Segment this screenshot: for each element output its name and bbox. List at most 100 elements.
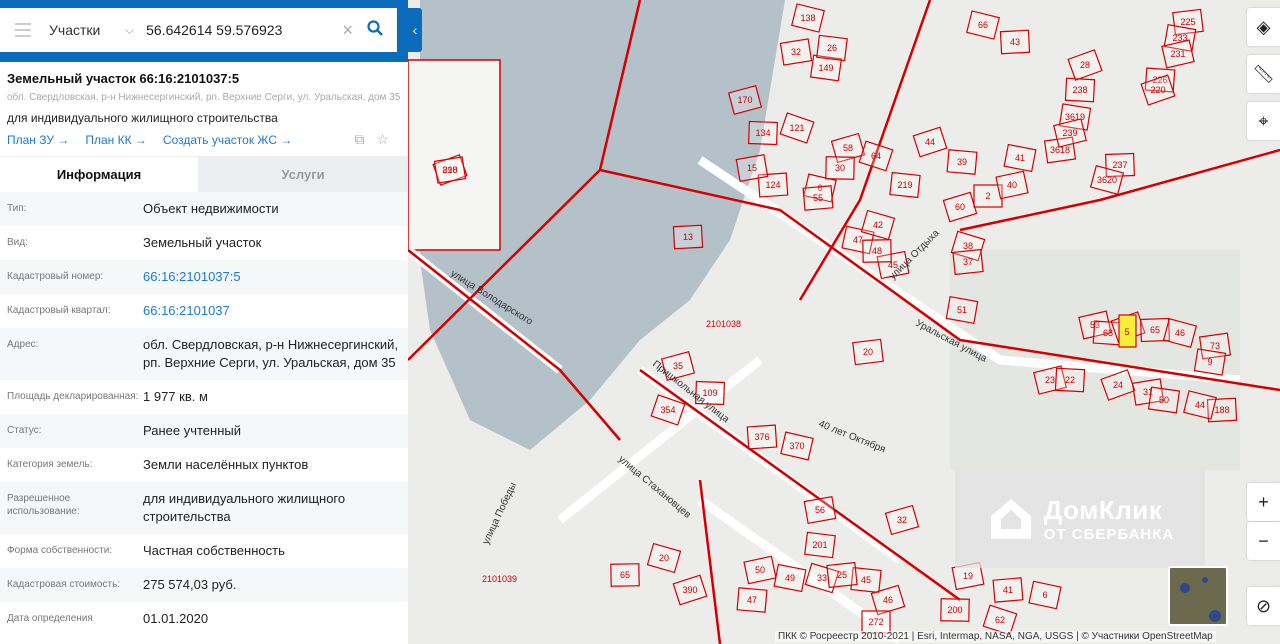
parcel[interactable]: 201 xyxy=(804,531,836,559)
info-value: 1 977 кв. м xyxy=(143,389,208,404)
parcel[interactable]: 134 xyxy=(748,120,778,146)
create-plot-link[interactable]: Создать участок ЖС → xyxy=(163,133,292,147)
parcel-number: 35 xyxy=(673,361,683,371)
chevron-down-icon[interactable]: ⌵ xyxy=(125,23,134,38)
plan-zu-link[interactable]: План ЗУ → xyxy=(7,133,69,147)
parcel-number: 231 xyxy=(1170,49,1185,59)
info-row: Категория земель: Земли населённых пункто… xyxy=(0,448,408,482)
info-label: Категория земель: xyxy=(7,459,93,470)
parcel-number: 121 xyxy=(789,123,804,133)
info-label: Разрешенное использование: xyxy=(7,493,80,517)
parcel[interactable]: 48 xyxy=(862,239,892,263)
layers-button[interactable]: ◈ xyxy=(1247,8,1280,46)
info-panel: Участки ⌵ 56.642614 59.576923 × Земельны… xyxy=(0,0,408,644)
parcel[interactable]: 9 xyxy=(1193,348,1227,376)
parcel[interactable]: 56 xyxy=(803,496,837,524)
locate-button[interactable]: ⌖ xyxy=(1247,102,1280,140)
parcel-number: 50 xyxy=(1159,395,1169,405)
parcel[interactable]: 15 xyxy=(735,154,769,182)
parcel[interactable]: 41 xyxy=(992,577,1024,603)
parcel[interactable]: 32 xyxy=(779,38,813,66)
compass-button[interactable]: ⊘ xyxy=(1247,587,1280,625)
parcel-number: 43 xyxy=(1010,37,1020,47)
ruler-button[interactable]: 📏︎ xyxy=(1247,55,1280,93)
parcel[interactable]: 22 xyxy=(1054,367,1086,393)
object-title: Земельный участок 66:16:2101037:5 xyxy=(7,71,240,86)
plan-kk-link[interactable]: План КК → xyxy=(85,133,147,147)
parcel-number: 38 xyxy=(963,241,973,251)
object-purpose: для индивидуального жилищного строительс… xyxy=(7,111,278,125)
parcel[interactable]: 20 xyxy=(852,338,884,366)
info-value: для индивидуального жилищного строительс… xyxy=(143,491,346,524)
parcel-number: 219 xyxy=(897,180,912,190)
parcel-number: 42 xyxy=(873,220,883,230)
parcel-number: 6 xyxy=(1042,590,1047,600)
parcel-number: 239 xyxy=(1062,128,1077,138)
menu-icon[interactable] xyxy=(15,23,31,37)
parcel-number: 26 xyxy=(827,43,837,53)
domclick-watermark: ДомКлик ОТ СБЕРБАНКА xyxy=(955,470,1205,568)
parcel-number: 20 xyxy=(659,553,669,563)
parcel[interactable]: 51 xyxy=(945,296,979,324)
map-attribution: ПКК © Росреестр 2010-2021 | Esri, Interm… xyxy=(775,631,1216,642)
info-label: Дата определения xyxy=(7,613,93,624)
parcel-number: 2 xyxy=(985,191,990,201)
parcel[interactable]: 219 xyxy=(889,171,921,199)
parcel[interactable]: 13 xyxy=(672,224,704,250)
tab-services[interactable]: Услуги xyxy=(198,157,408,192)
parcel[interactable]: 55 xyxy=(802,185,834,211)
parcel[interactable]: 30 xyxy=(825,156,855,180)
parcel[interactable]: 43 xyxy=(999,29,1031,55)
parcel-number: 188 xyxy=(1214,405,1229,415)
parcel-number: 32 xyxy=(897,515,907,525)
parcel-number: 370 xyxy=(789,441,804,451)
info-value: 01.01.2020 xyxy=(143,611,209,626)
search-document-icon[interactable]: ⧉ xyxy=(354,131,364,148)
parcel-number: 28 xyxy=(1080,60,1090,70)
tab-information[interactable]: Информация xyxy=(0,157,198,192)
info-value[interactable]: 66:16:2101037:5 xyxy=(143,268,401,286)
info-row: Площадь декларированная: 1 977 кв. м xyxy=(0,380,408,414)
parcel[interactable]: 25 xyxy=(826,561,858,589)
collapse-panel-button[interactable]: ‹ xyxy=(408,8,422,52)
parcel-number: 30 xyxy=(835,163,845,173)
minus-icon: − xyxy=(1258,530,1269,551)
search-input[interactable]: 56.642614 59.576923 xyxy=(146,22,342,38)
star-icon[interactable]: ☆ xyxy=(376,131,389,148)
parcel[interactable]: 376 xyxy=(746,424,778,450)
parcel[interactable]: 49 xyxy=(773,563,807,593)
parcel[interactable]: 65 xyxy=(610,563,640,587)
parcel-number: 9 xyxy=(1207,357,1212,367)
info-row: Вид: Земельный участок xyxy=(0,226,408,260)
parcel-number: 134 xyxy=(755,128,770,138)
parcel[interactable]: 41 xyxy=(1003,143,1037,173)
selected-parcel[interactable]: 5 xyxy=(1118,314,1137,348)
info-row: Адрес: обл. Свердловская, р-н Нижнесергин… xyxy=(0,328,408,380)
parcel[interactable]: 39 xyxy=(946,149,978,175)
parcel[interactable]: 272 xyxy=(861,610,891,634)
info-row: Дата определения 01.01.2020 xyxy=(0,602,408,636)
parcel-number: 56 xyxy=(815,505,825,515)
search-bar: Участки ⌵ 56.642614 59.576923 × xyxy=(0,0,408,62)
clear-icon[interactable]: × xyxy=(342,20,353,41)
info-label: Статус: xyxy=(7,425,42,436)
info-value[interactable]: 66:16:2101037 xyxy=(143,302,401,320)
parcel-number: 33 xyxy=(817,573,827,583)
parcel[interactable]: 238 xyxy=(1064,77,1096,103)
parcel-number: 200 xyxy=(947,605,962,615)
category-select[interactable]: Участки xyxy=(49,22,111,38)
parcel[interactable]: 47 xyxy=(736,587,768,613)
parcel[interactable]: 200 xyxy=(940,598,970,622)
parcel-number: 3620 xyxy=(1097,175,1117,185)
search-icon[interactable] xyxy=(367,19,383,41)
parcel-number: 272 xyxy=(868,617,883,627)
zoom-out-button[interactable]: − xyxy=(1247,522,1280,560)
parcel-number: 19 xyxy=(963,571,973,581)
parcel[interactable]: 37 xyxy=(952,248,984,276)
zoom-in-button[interactable]: + xyxy=(1247,483,1280,521)
parcel[interactable]: 50 xyxy=(1147,386,1181,414)
parcel[interactable]: 218 xyxy=(433,156,467,184)
parcel[interactable]: 26 xyxy=(816,34,848,62)
info-label: Адрес: xyxy=(7,339,39,350)
basemap-switcher[interactable] xyxy=(1168,566,1228,626)
